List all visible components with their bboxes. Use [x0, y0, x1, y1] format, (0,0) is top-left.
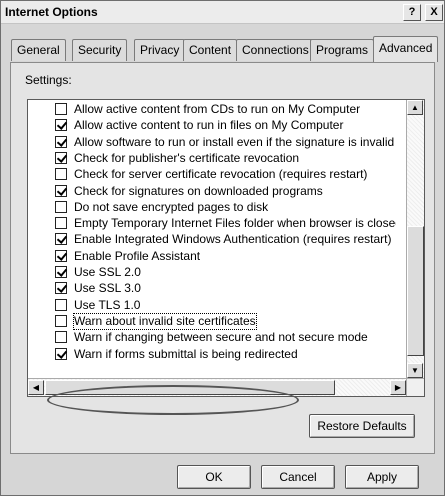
settings-label: Settings:: [25, 73, 72, 87]
settings-item-label: Warn about invalid site certificates: [73, 312, 257, 330]
checkbox-checked[interactable]: [55, 233, 67, 246]
ok-button[interactable]: OK: [177, 465, 251, 489]
scroll-corner: [406, 378, 424, 396]
tab-strip: General Security Privacy Content Connect…: [1, 36, 445, 63]
checkbox-unchecked[interactable]: [55, 168, 67, 181]
horizontal-scrollbar[interactable]: ◀ ▶: [28, 378, 406, 396]
settings-item[interactable]: Allow active content from CDs to run on …: [55, 102, 395, 118]
settings-item[interactable]: Allow software to run or install even if…: [55, 135, 395, 151]
settings-item-label: Empty Temporary Internet Files folder wh…: [74, 216, 396, 231]
checkbox-unchecked[interactable]: [55, 200, 67, 213]
settings-item-label: Use SSL 2.0: [74, 265, 141, 279]
settings-item[interactable]: Enable Profile Assistant: [55, 249, 395, 265]
settings-item[interactable]: Empty Temporary Internet Files folder wh…: [55, 216, 396, 232]
apply-button[interactable]: Apply: [345, 465, 419, 489]
settings-item[interactable]: Check for signatures on downloaded progr…: [55, 184, 395, 200]
checkbox-checked[interactable]: [55, 184, 67, 197]
settings-item-label: Warn if changing between secure and not …: [74, 330, 368, 345]
settings-item-label: Use SSL 3.0: [74, 281, 141, 296]
horizontal-scroll-thumb[interactable]: [45, 380, 335, 395]
title-bar[interactable]: Internet Options ? X: [1, 1, 444, 24]
tab-general[interactable]: General: [11, 39, 66, 61]
tab-security[interactable]: Security: [72, 39, 128, 61]
settings-item[interactable]: Use TLS 1.0: [55, 298, 395, 314]
settings-item-label: Check for publisher's certificate revoca…: [74, 150, 300, 165]
settings-item-label: Check for server certificate revocation …: [74, 167, 368, 182]
settings-item[interactable]: Enable Integrated Windows Authentication…: [55, 232, 395, 248]
settings-item[interactable]: Check for server certificate revocation …: [55, 167, 395, 183]
settings-item-label: Use TLS 1.0: [74, 297, 141, 312]
settings-item-label: Enable Profile Assistant: [74, 248, 201, 263]
internet-options-dialog: Internet Options ? X General Security Pr…: [0, 0, 445, 496]
scroll-left-icon[interactable]: ◀: [28, 380, 44, 395]
checkbox-checked[interactable]: [55, 249, 67, 262]
tab-privacy[interactable]: Privacy: [134, 39, 186, 61]
settings-item-label: Allow active content from CDs to run on …: [74, 102, 361, 116]
settings-item-label: Enable Integrated Windows Authentication…: [74, 232, 392, 247]
checkbox-unchecked[interactable]: [55, 298, 67, 311]
settings-item[interactable]: Warn about invalid site certificates: [55, 312, 395, 330]
cancel-button[interactable]: Cancel: [261, 465, 335, 489]
settings-item-label: Warn if forms submittal is being redirec…: [74, 346, 298, 361]
tab-programs[interactable]: Programs: [310, 39, 375, 61]
vertical-scrollbar[interactable]: ▲ ▼: [406, 100, 424, 378]
checkbox-checked[interactable]: [55, 119, 67, 132]
checkbox-unchecked[interactable]: [55, 331, 67, 344]
settings-item[interactable]: Check for publisher's certificate revoca…: [55, 151, 395, 167]
settings-item[interactable]: Warn if forms submittal is being redirec…: [55, 347, 395, 363]
settings-list[interactable]: Allow active content from CDs to run on …: [27, 99, 425, 397]
settings-item[interactable]: Allow active content to run in files on …: [55, 118, 395, 134]
vertical-scroll-thumb[interactable]: [407, 226, 424, 356]
tab-advanced[interactable]: Advanced: [373, 36, 439, 62]
tab-connections[interactable]: Connections: [236, 39, 315, 61]
settings-items: Allow active content from CDs to run on …: [28, 100, 396, 378]
window-title: Internet Options: [5, 5, 98, 19]
checkbox-checked[interactable]: [55, 282, 67, 295]
checkbox-checked[interactable]: [55, 151, 67, 164]
settings-item[interactable]: Use SSL 2.0: [55, 265, 395, 281]
scroll-up-icon[interactable]: ▲: [407, 100, 423, 115]
settings-item-label: Allow software to run or install even if…: [74, 134, 395, 149]
checkbox-checked[interactable]: [55, 266, 67, 278]
settings-item-label: Allow active content to run in files on …: [74, 118, 344, 133]
settings-item-label: Check for signatures on downloaded progr…: [74, 183, 323, 198]
restore-defaults-button[interactable]: Restore Defaults: [309, 414, 415, 438]
checkbox-checked[interactable]: [55, 135, 67, 148]
scroll-right-icon[interactable]: ▶: [390, 380, 406, 395]
settings-item[interactable]: Use SSL 3.0: [55, 281, 395, 297]
advanced-panel: Settings: Allow active content from CDs …: [10, 62, 435, 454]
checkbox-unchecked[interactable]: [55, 103, 67, 115]
tab-content[interactable]: Content: [183, 39, 238, 61]
checkbox-checked[interactable]: [55, 347, 67, 360]
settings-item-label: Do not save encrypted pages to disk: [74, 199, 269, 214]
checkbox-unchecked[interactable]: [55, 217, 67, 230]
close-icon[interactable]: X: [425, 4, 443, 21]
scroll-down-icon[interactable]: ▼: [407, 363, 423, 378]
settings-item[interactable]: Warn if changing between secure and not …: [55, 330, 395, 346]
help-icon[interactable]: ?: [403, 4, 421, 21]
checkbox-unchecked[interactable]: [55, 314, 67, 327]
settings-item[interactable]: Do not save encrypted pages to disk: [55, 200, 395, 216]
